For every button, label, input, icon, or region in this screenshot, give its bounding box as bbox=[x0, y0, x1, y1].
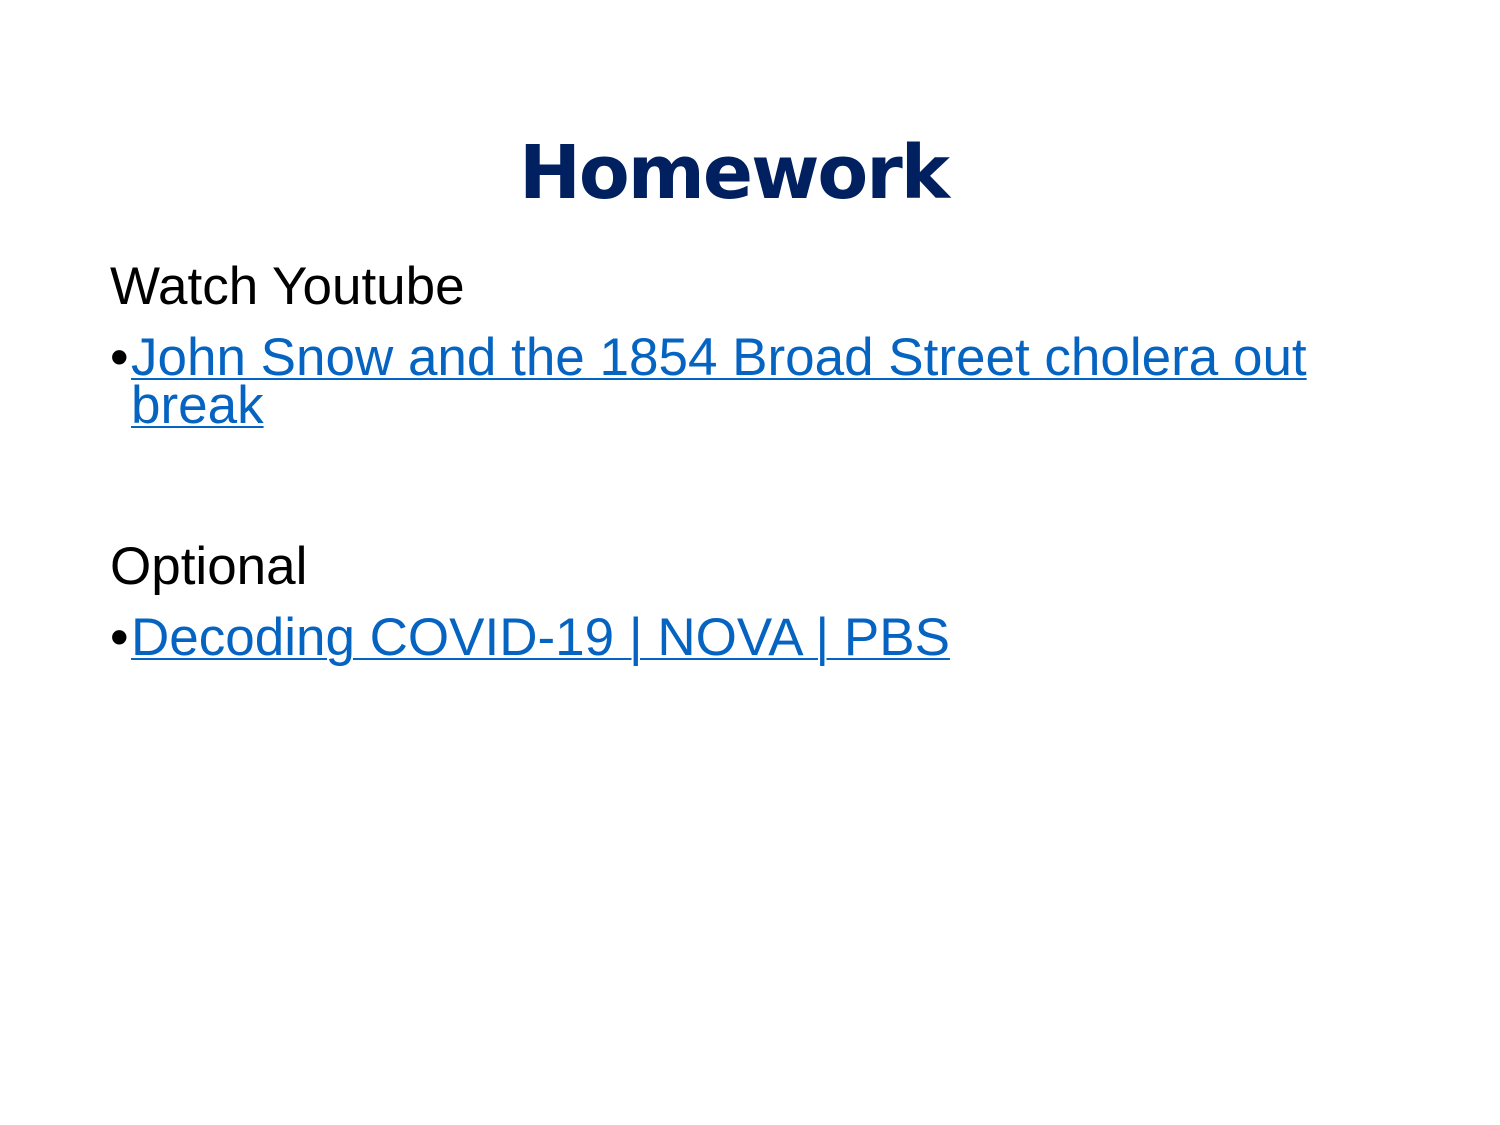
bullet-icon: • bbox=[110, 608, 129, 667]
slide-title: Homework bbox=[519, 130, 950, 216]
decoding-covid-link[interactable]: Decoding COVID-19 | NOVA | PBS bbox=[131, 611, 1450, 664]
list-item: • Decoding COVID-19 | NOVA | PBS bbox=[110, 608, 1450, 667]
section-label-watch-youtube: Watch Youtube bbox=[110, 257, 465, 316]
slide: Homework Watch Youtube • John Snow and t… bbox=[0, 0, 1500, 1125]
john-snow-video-link[interactable]: John Snow and the 1854 Broad Street chol… bbox=[131, 331, 1450, 432]
bullet-icon: • bbox=[110, 328, 129, 387]
section-label-optional: Optional bbox=[110, 537, 308, 596]
list-item: • John Snow and the 1854 Broad Street ch… bbox=[110, 328, 1450, 432]
